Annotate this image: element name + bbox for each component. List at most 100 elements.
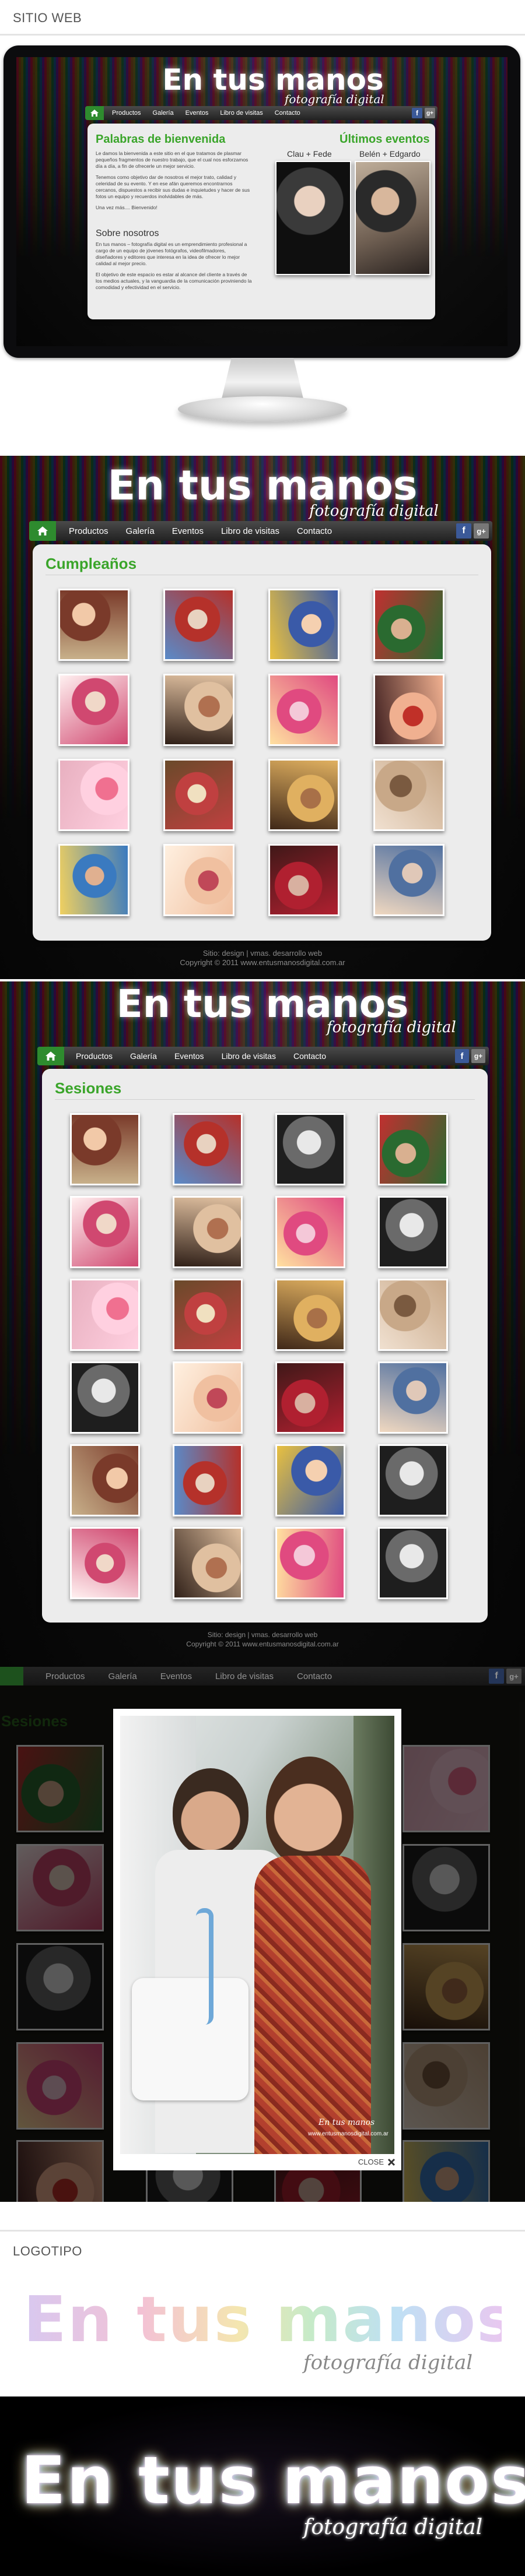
session-photo-16[interactable] [378,1361,448,1434]
nav-productos[interactable]: Productos [112,110,141,117]
event-2-photo[interactable] [355,161,430,275]
session-photo-20[interactable] [378,1444,448,1516]
main-nav: Productos Galería Eventos Libro de visit… [37,1047,489,1065]
nav-libro-de-visitas[interactable]: Libro de visitas [220,110,262,117]
main-nav: Productos Galería Eventos Libro de visit… [85,106,438,120]
birthday-photo-6[interactable] [163,674,235,746]
birthday-photo-12[interactable] [373,759,444,831]
nav-contacto[interactable]: Contacto [297,526,332,536]
google-plus-icon[interactable]: g+ [425,108,435,118]
birthday-photo-13[interactable] [58,844,130,916]
about-text: En tus manos – fotografía digital es un … [96,241,252,290]
nav-contacto[interactable]: Contacto [293,1051,326,1061]
photo-watermark: En tus manos [318,2118,375,2127]
session-photo-4[interactable] [378,1113,448,1185]
birthday-photo-8[interactable] [373,674,444,746]
nav-eventos[interactable]: Eventos [174,1051,204,1061]
main-nav: Productos Galería Eventos Libro de visit… [29,521,492,541]
session-photo-19[interactable] [275,1444,345,1516]
session-photo-7[interactable] [275,1196,345,1268]
session-photo-8[interactable] [378,1196,448,1268]
session-photo-23[interactable] [275,1527,345,1599]
session-photo-12[interactable] [378,1279,448,1351]
logo-dark-version: En tus manos fotografía digital [0,2396,525,2576]
facebook-icon[interactable]: f [456,523,471,539]
birthday-photo-16[interactable] [373,844,444,916]
session-photo-17[interactable] [70,1444,140,1516]
session-photo-15[interactable] [275,1361,345,1434]
event-2-label[interactable]: Belén + Edgardo [359,149,421,159]
birthday-photo-11[interactable] [268,759,340,831]
nav-galeria[interactable]: Galería [153,110,174,117]
events-title: Últimos eventos [340,133,430,146]
nav-productos[interactable]: Productos [76,1051,113,1061]
brand-logo: En tus manos [107,462,418,509]
monitor-neck [222,358,303,399]
session-photo-21[interactable] [70,1527,140,1599]
dimmed-nav: Productos Galería Eventos Libro de visit… [0,1667,525,1685]
nav-productos[interactable]: Productos [69,526,108,536]
section-label-web: SITIO WEB [13,10,82,25]
birthday-photo-7[interactable] [268,674,340,746]
birthdays-title: Cumpleaños [46,555,137,572]
birthday-photo-4[interactable] [373,589,444,661]
nav-galeria[interactable]: Galería [126,526,155,536]
nav-galeria[interactable]: Galería [130,1051,157,1061]
event-1-label[interactable]: Clau + Fede [287,149,332,159]
welcome-text: Le damos la bienvenida a este sitio en e… [96,150,250,210]
nav-contacto[interactable]: Contacto [275,110,300,117]
birthday-photo-9[interactable] [58,759,130,831]
home-icon[interactable] [37,1047,64,1065]
birthday-photo-2[interactable] [163,589,235,661]
lightbox-page-preview: Productos Galería Eventos Libro de visit… [0,1667,525,2202]
footer-copyright: Copyright © 2011 www.entusmanosdigital.c… [186,1640,339,1648]
close-icon[interactable] [387,2158,396,2166]
section-label-logo: LOGOTIPO [13,2244,82,2258]
session-photo-6[interactable] [173,1196,243,1268]
nav-eventos[interactable]: Eventos [172,526,204,536]
footer-copyright: Copyright © 2011 www.entusmanosdigital.c… [180,958,345,967]
session-photo-3[interactable] [275,1113,345,1185]
google-plus-icon[interactable]: g+ [474,523,489,539]
session-photo-18[interactable] [173,1444,243,1516]
session-photo-10[interactable] [173,1279,243,1351]
session-photo-11[interactable] [275,1279,345,1351]
session-photo-1[interactable] [70,1113,140,1185]
nav-libro-de-visitas[interactable]: Libro de visitas [221,526,279,536]
close-button[interactable]: CLOSE [358,2158,396,2166]
birthday-photo-3[interactable] [268,589,340,661]
sessions-panel: Sesiones [42,1069,488,1623]
welcome-title: Palabras de bienvenida [96,133,226,146]
birthday-photo-10[interactable] [163,759,235,831]
facebook-icon[interactable]: f [455,1049,469,1063]
birthday-photo-1[interactable] [58,589,130,661]
birthday-photo-15[interactable] [268,844,340,916]
brand-tagline: fotografía digital [285,92,384,106]
divider [0,2230,525,2232]
home-icon[interactable] [29,521,56,541]
google-plus-icon[interactable]: g+ [471,1049,485,1063]
monitor-mockup: En tus manos fotografía digital Producto… [4,45,520,358]
brand-tagline: fotografía digital [309,502,439,520]
event-1-photo[interactable] [275,161,351,275]
home-content-panel: Palabras de bienvenida Le damos la bienv… [88,124,435,319]
nav-eventos[interactable]: Eventos [186,110,209,117]
birthdays-panel: Cumpleaños [33,544,491,941]
session-photo-2[interactable] [173,1113,243,1185]
brand-tagline: fotografía digital [327,1019,456,1036]
session-photo-9[interactable] [70,1279,140,1351]
birthday-photo-14[interactable] [163,844,235,916]
sessions-title: Sesiones [55,1079,122,1097]
birthday-photo-5[interactable] [58,674,130,746]
close-label: CLOSE [358,2158,384,2166]
session-photo-14[interactable] [173,1361,243,1434]
nav-libro-de-visitas[interactable]: Libro de visitas [222,1051,276,1061]
session-photo-22[interactable] [173,1527,243,1599]
session-photo-13[interactable] [70,1361,140,1434]
facebook-icon[interactable]: f [412,108,422,118]
session-photo-24[interactable] [378,1527,448,1599]
home-icon[interactable] [85,106,104,120]
sessions-page-preview: En tus manos fotografía digital Producto… [0,981,525,1667]
session-photo-5[interactable] [70,1196,140,1268]
logo-text-light: En tus manos [23,2283,516,2356]
